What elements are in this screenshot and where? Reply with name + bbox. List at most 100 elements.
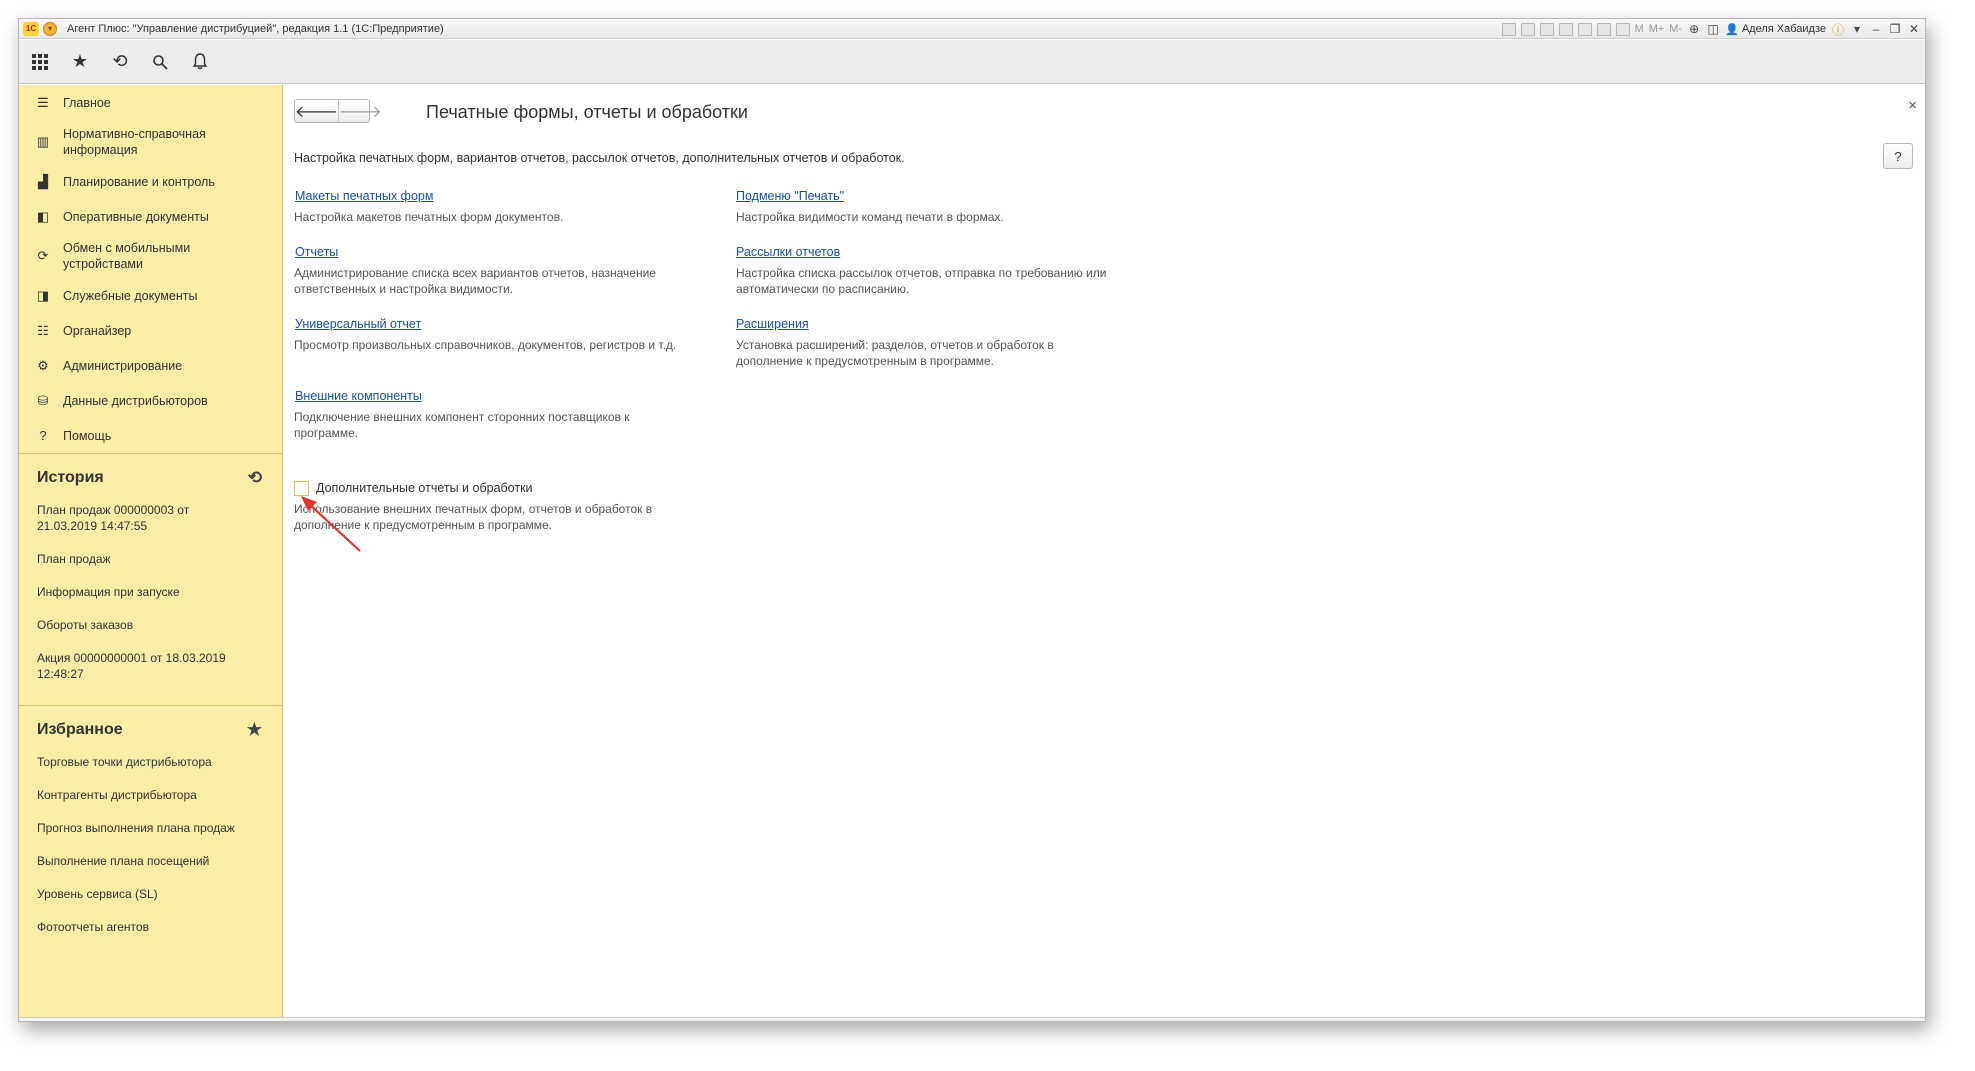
- section-service-docs[interactable]: ◨ Служебные документы: [19, 278, 282, 313]
- history-item[interactable]: Обороты заказов: [19, 617, 282, 633]
- user-icon: 👤: [1725, 23, 1739, 36]
- annotation-arrow: [301, 496, 361, 552]
- favorite-item[interactable]: Прогноз выполнения плана продаж: [19, 820, 282, 836]
- 1c-logo-icon: 1С: [23, 21, 39, 36]
- title-bar: 1С ▾ Агент Плюс: "Управление дистрибуцие…: [19, 19, 1925, 39]
- panels-icon[interactable]: ◫: [1706, 22, 1720, 36]
- memory-minus-button[interactable]: M-: [1669, 23, 1682, 35]
- chevron-down-icon[interactable]: ▾: [1850, 22, 1864, 36]
- app-window: 1С ▾ Агент Плюс: "Управление дистрибуцие…: [18, 18, 1926, 1022]
- history-item[interactable]: План продаж: [19, 551, 282, 567]
- sync-icon: ⟳: [37, 248, 49, 263]
- close-form-button[interactable]: ×: [1908, 97, 1917, 114]
- section-administration[interactable]: ⚙ Администрирование: [19, 348, 282, 383]
- window-title: Агент Плюс: "Управление дистрибуцией", р…: [67, 22, 444, 35]
- sections-panel: ☰ Главное ▥ Нормативно-справочная информ…: [19, 85, 283, 1021]
- section-label: Администрирование: [63, 358, 183, 373]
- menu-icon: ☰: [37, 94, 49, 110]
- minimize-button[interactable]: –: [1869, 22, 1883, 36]
- favorites-title: Избранное: [37, 721, 123, 738]
- history-item[interactable]: Акция 00000000001 от 18.03.2019 12:48:27: [19, 650, 282, 682]
- favorite-item[interactable]: Выполнение плана посещений: [19, 853, 282, 869]
- history-icon[interactable]: ⟲: [109, 51, 131, 73]
- memory-plus-button[interactable]: M+: [1649, 23, 1665, 35]
- section-reference-info[interactable]: ▥ Нормативно-справочная информация: [19, 120, 282, 164]
- info-icon[interactable]: ⓘ: [1831, 21, 1845, 38]
- favorites-panel-header: Избранное ★: [19, 706, 282, 754]
- favorite-item[interactable]: Фотоотчеты агентов: [19, 919, 282, 935]
- status-bar: [19, 1017, 1925, 1021]
- page-title: Печатные формы, отчеты и обработки: [426, 102, 748, 122]
- history-item-label: Акция 00000000001 от 18.03.2019 12:48:27: [37, 651, 226, 681]
- history-item[interactable]: План продаж 000000003 от 21.03.2019 14:4…: [19, 502, 282, 534]
- favorite-item-label: Выполнение плана посещений: [37, 854, 210, 868]
- all-functions-icon[interactable]: [29, 51, 51, 73]
- distributor-data-icon: ⛁: [37, 392, 49, 408]
- favorite-item[interactable]: Торговые точки дистрибьютора: [19, 754, 282, 770]
- document-icon[interactable]: [1577, 22, 1592, 36]
- history-item-label: План продаж: [37, 552, 111, 566]
- main-menu-button[interactable]: ▾: [43, 21, 57, 36]
- organizer-icon: ☷: [37, 322, 49, 338]
- history-item-label: План продаж 000000003 от 21.03.2019 14:4…: [37, 503, 190, 533]
- report-mailing-desc: Настройка списка рассылок отчетов, отпра…: [736, 266, 1107, 296]
- star-icon[interactable]: ★: [247, 720, 262, 740]
- user-name: Аделя Хабаидзе: [1741, 23, 1826, 35]
- main-form: 🡐 🡒 Печатные формы, отчеты и обработки ×…: [284, 85, 1925, 1021]
- section-help[interactable]: ? Помощь: [19, 418, 282, 453]
- close-window-button[interactable]: ✕: [1907, 22, 1921, 36]
- favorite-item[interactable]: Уровень сервиса (SL): [19, 886, 282, 902]
- link-icon[interactable]: [1558, 22, 1573, 36]
- favorite-item-label: Торговые точки дистрибьютора: [37, 755, 212, 769]
- user-menu[interactable]: 👤 Аделя Хабаидзе: [1725, 23, 1826, 36]
- zoom-icon[interactable]: ⊕: [1687, 22, 1701, 36]
- history-item-label: Информация при запуске: [37, 585, 180, 599]
- print-submenu-link[interactable]: Подменю "Печать": [736, 189, 844, 203]
- section-main[interactable]: ☰ Главное: [19, 85, 282, 120]
- gear-icon: ⚙: [37, 357, 49, 373]
- section-label: Служебные документы: [63, 288, 198, 303]
- top-panel: ★ ⟲: [19, 40, 1925, 84]
- save-icon[interactable]: [1501, 22, 1516, 36]
- chart-icon: ▟: [38, 173, 48, 189]
- section-distributor-data[interactable]: ⛁ Данные дистрибьюторов: [19, 383, 282, 418]
- print-submenu-desc: Настройка видимости команд печати в форм…: [736, 210, 1004, 224]
- section-organizer[interactable]: ☷ Органайзер: [19, 313, 282, 348]
- documents-icon: ◧: [36, 208, 50, 224]
- calendar-icon[interactable]: [1615, 22, 1630, 36]
- restore-button[interactable]: ❐: [1888, 22, 1902, 36]
- section-operational-docs[interactable]: ◧ Оперативные документы: [19, 199, 282, 234]
- section-mobile-exchange[interactable]: ⟳ Обмен с мобильными устройствами: [19, 234, 282, 278]
- extensions-desc: Установка расширений: разделов, отчетов …: [736, 338, 1054, 368]
- section-label: Органайзер: [63, 323, 132, 338]
- catalog-icon: ▥: [36, 134, 50, 149]
- section-planning[interactable]: ▟ Планирование и контроль: [19, 164, 282, 199]
- bell-icon[interactable]: [189, 51, 211, 73]
- memory-button[interactable]: M: [1635, 23, 1644, 35]
- calculator-icon[interactable]: [1596, 22, 1611, 36]
- title-toolbar: M M+ M- ⊕ ◫ 👤 Аделя Хабаидзе ⓘ ▾ – ❐ ✕: [1501, 19, 1921, 39]
- question-icon: ?: [39, 428, 47, 443]
- service-docs-icon: ◨: [36, 287, 50, 303]
- section-label: Помощь: [63, 428, 112, 443]
- star-icon[interactable]: ★: [69, 51, 91, 73]
- section-label: Планирование и контроль: [63, 174, 215, 189]
- extensions-link[interactable]: Расширения: [736, 317, 809, 331]
- search-icon[interactable]: [149, 51, 171, 73]
- history-panel-header: История ⟲: [19, 454, 282, 502]
- favorite-item[interactable]: Контрагенты дистрибьютора: [19, 787, 282, 803]
- history-item-label: Обороты заказов: [37, 618, 134, 632]
- history-item[interactable]: Информация при запуске: [19, 584, 282, 600]
- print-icon[interactable]: [1520, 22, 1535, 36]
- preview-icon[interactable]: [1539, 22, 1554, 36]
- help-button[interactable]: ?: [1883, 143, 1913, 169]
- favorite-item-label: Уровень сервиса (SL): [37, 887, 158, 901]
- history-title: История: [37, 469, 104, 486]
- history-icon[interactable]: ⟲: [248, 468, 262, 488]
- favorite-item-label: Фотоотчеты агентов: [37, 920, 149, 934]
- section-label: Обмен с мобильными устройствами: [63, 241, 191, 271]
- section-label: Главное: [63, 95, 111, 110]
- favorite-item-label: Контрагенты дистрибьютора: [37, 788, 197, 802]
- section-label: Данные дистрибьюторов: [63, 393, 208, 408]
- report-mailing-link[interactable]: Рассылки отчетов: [736, 245, 840, 259]
